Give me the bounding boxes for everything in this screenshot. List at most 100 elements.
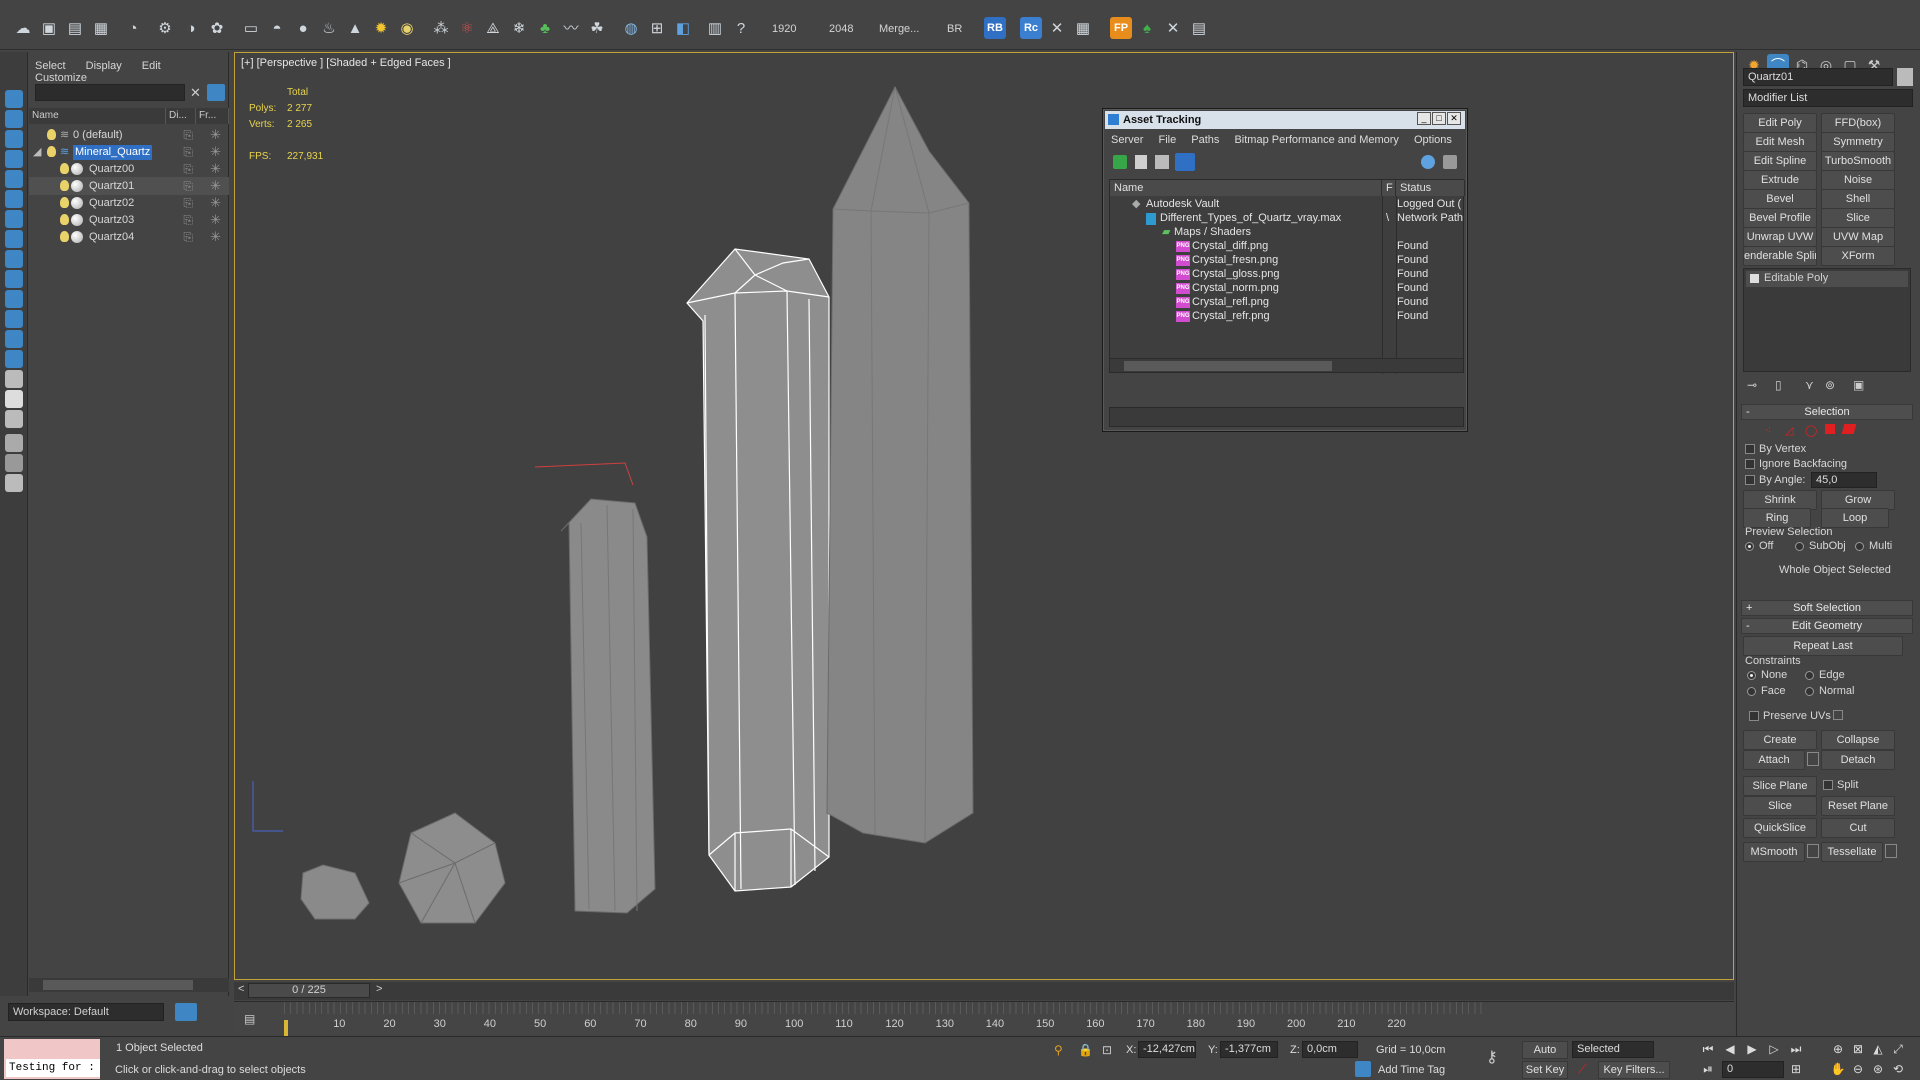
edge-mode-icon[interactable]: ◿ (1785, 424, 1793, 437)
spreadsheet-icon[interactable]: ▦ (1072, 18, 1094, 40)
grid-table-icon[interactable]: ▤ (1188, 18, 1210, 40)
material-editor-icon[interactable]: ◔ (122, 18, 144, 40)
key-icon[interactable]: ⚷ (1486, 1047, 1498, 1067)
menu-bitmap-performance[interactable]: Bitmap Performance and Memory (1234, 134, 1398, 146)
helper-filter-icon[interactable] (5, 210, 23, 228)
freeze-icon[interactable]: ✳ (210, 160, 221, 178)
walkthrough-icon[interactable]: ⟲ (1890, 1061, 1906, 1077)
preserve-uvs-checkbox[interactable] (1749, 711, 1759, 721)
cut-button[interactable]: Cut (1821, 818, 1895, 838)
render-window-icon[interactable]: ⊞ (646, 18, 668, 40)
cone-icon[interactable]: ▲ (344, 18, 366, 40)
dialog-title[interactable]: Asset Tracking (1105, 111, 1465, 129)
teapot-icon[interactable]: ♨ (318, 18, 340, 40)
ignore-backfacing-checkbox[interactable] (1745, 459, 1755, 469)
frozen-filter-icon[interactable] (5, 330, 23, 348)
edit-geometry-rollout-header[interactable]: - Edit Geometry (1741, 618, 1913, 634)
extrude-button[interactable]: Extrude (1743, 170, 1817, 190)
angle-input[interactable]: 45,0 (1811, 472, 1877, 488)
border-mode-icon[interactable]: ◯ (1805, 424, 1817, 437)
tree-row-quartz01[interactable]: Quartz01 ⎘ ✳ (29, 177, 229, 195)
light-bulb-icon[interactable] (60, 214, 69, 225)
noise-button[interactable]: Noise (1821, 170, 1895, 190)
menu-customize[interactable]: Customize (35, 72, 87, 84)
auto-key-button[interactable]: Auto Key (1522, 1041, 1568, 1072)
element-mode-icon[interactable] (1841, 424, 1857, 434)
collapse-button[interactable]: Collapse (1821, 730, 1895, 750)
filter-icon[interactable] (207, 84, 225, 101)
shrink-button[interactable]: Shrink (1743, 490, 1817, 510)
tools-icon[interactable]: ✕ (1046, 18, 1068, 40)
msmooth-button[interactable]: MSmooth (1743, 842, 1805, 862)
remove-modifier-icon[interactable]: ⊚ (1825, 378, 1835, 392)
freeze-icon[interactable]: ✳ (210, 143, 221, 161)
slice-plane-button[interactable]: Slice Plane (1743, 776, 1817, 796)
rb-button[interactable]: RB (984, 17, 1006, 39)
wrench-icon[interactable]: ✕ (1162, 18, 1184, 40)
soft-selection-rollout-header[interactable]: + Soft Selection (1741, 600, 1913, 616)
explorer-search-input[interactable] (35, 84, 185, 101)
by-angle-checkbox[interactable] (1745, 475, 1755, 485)
pin-stack-icon[interactable]: ⊸ (1747, 378, 1757, 392)
page-icon[interactable] (5, 390, 23, 408)
time-tag-icon[interactable] (1355, 1061, 1371, 1077)
zoom-all-icon[interactable]: ⊛ (1870, 1061, 1886, 1077)
selection-rollout-header[interactable]: - Selection (1741, 404, 1913, 420)
tessellate-button[interactable]: Tessellate (1821, 842, 1883, 862)
maxscript-input[interactable]: Testing for : (6, 1059, 100, 1077)
edit-poly-button[interactable]: Edit Poly (1743, 113, 1817, 133)
list-view-icon[interactable] (1135, 155, 1147, 169)
tree-row-quartz00[interactable]: Quartz00 ⎘ ✳ (29, 160, 229, 178)
open-file-icon[interactable]: ☁ (12, 18, 34, 40)
fp-button[interactable]: FP (1110, 17, 1132, 39)
hair-fur-icon[interactable]: 〰 (560, 18, 582, 40)
time-slider-thumb[interactable]: 0 / 225 (248, 983, 370, 998)
reset-plane-button[interactable]: Reset Plane (1821, 796, 1895, 816)
align-icon[interactable]: ▥ (704, 18, 726, 40)
minimize-icon[interactable]: _ (1417, 112, 1431, 125)
loop-button[interactable]: Loop (1821, 508, 1889, 528)
set-key-button[interactable]: Set Key (1522, 1061, 1568, 1079)
workspace-dropdown[interactable]: Workspace: Default (8, 1003, 164, 1021)
path-field[interactable] (1109, 407, 1464, 427)
time-next-icon[interactable]: > (376, 983, 382, 995)
z-coordinate-field[interactable]: 0,0cm (1302, 1041, 1358, 1058)
maximize-viewport-icon[interactable]: ⤢ (1890, 1041, 1906, 1057)
menu-paths[interactable]: Paths (1191, 134, 1219, 146)
grass-icon[interactable]: ♣ (534, 18, 556, 40)
time-prev-icon[interactable]: < (238, 983, 244, 995)
display-filter-icon[interactable] (5, 90, 23, 108)
display-icon[interactable]: ⎘ (183, 126, 193, 144)
split-checkbox[interactable] (1823, 780, 1833, 790)
prev-frame-icon[interactable]: ◀ (1722, 1041, 1738, 1057)
light-bulb-icon[interactable] (60, 163, 69, 174)
box-icon[interactable]: ▭ (240, 18, 262, 40)
light-filter-icon[interactable] (5, 170, 23, 188)
column-name[interactable]: Name (29, 108, 166, 124)
expand-arrow-icon[interactable]: ◢ (33, 143, 41, 161)
schematic-icon[interactable]: ⚙ (154, 18, 176, 40)
constraint-none-radio[interactable] (1747, 671, 1756, 680)
flake-icon[interactable]: ❄ (508, 18, 530, 40)
tree-row-default-layer[interactable]: ≋ 0 (default) ⎘ ✳ (29, 126, 229, 144)
perspective-viewport[interactable]: [+] [Perspective ] [Shaded + Edged Faces… (234, 52, 1734, 980)
settings-icon[interactable] (1443, 155, 1457, 169)
polygon-mode-icon[interactable] (1825, 424, 1835, 434)
attach-button[interactable]: Attach (1743, 750, 1805, 770)
field-of-view-icon[interactable]: ◭ (1870, 1041, 1886, 1057)
render-region-icon[interactable]: ◧ (672, 18, 694, 40)
layer-manager-icon[interactable] (175, 1003, 197, 1021)
clear-search-icon[interactable]: ✕ (190, 85, 201, 101)
zoom-icon[interactable]: ⊖ (1850, 1061, 1866, 1077)
explorer-hscrollbar[interactable] (29, 978, 229, 992)
edit-spline-button[interactable]: Edit Spline (1743, 151, 1817, 171)
thumbnail-view-icon[interactable] (1155, 155, 1169, 169)
add-time-tag-button[interactable]: Add Time Tag (1378, 1064, 1445, 1076)
freeze-icon[interactable]: ✳ (210, 177, 221, 195)
sort-icon[interactable] (5, 410, 23, 428)
column-status[interactable]: Status (1396, 180, 1465, 196)
selected-dropdown[interactable]: Selected (1572, 1041, 1654, 1058)
grow-button[interactable]: Grow (1821, 490, 1895, 510)
menu-server[interactable]: Server (1111, 134, 1143, 146)
by-vertex-checkbox[interactable] (1745, 444, 1755, 454)
